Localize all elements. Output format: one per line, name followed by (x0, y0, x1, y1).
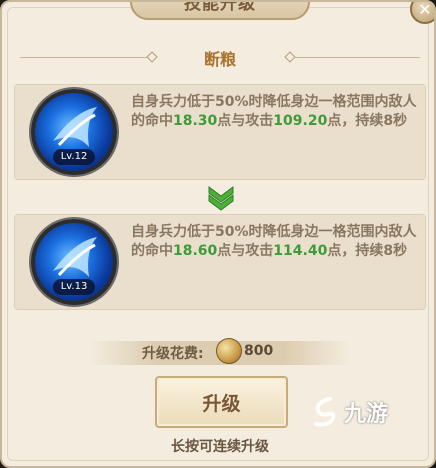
attack-value: 109.20 (273, 113, 328, 129)
accuracy-value: 18.30 (173, 113, 218, 129)
attack-value: 114.40 (273, 243, 328, 259)
skill-description: 自身兵力低于50%时降低身边一格范围内敌人的命中18.60点与攻击114.40点… (131, 223, 417, 261)
skill-icon: Lv.12 (31, 89, 117, 175)
skill-name: 断粮 (203, 50, 236, 69)
upgrade-button[interactable]: 升级 (155, 376, 288, 428)
double-chevron-down-icon (208, 186, 234, 211)
watermark-logo-icon (314, 397, 336, 427)
desc-text: 点与攻击 (217, 113, 274, 129)
skill-upgrade-dialog: 技能升级 ✕ 断粮 Lv.12 自身兵力低于50%时降低身边一格范围内敌人的命中… (0, 0, 436, 468)
dialog-title: 技能升级 (184, 0, 256, 14)
close-icon: ✕ (418, 0, 432, 19)
cost-value: 800 (244, 343, 274, 359)
level-tag: Lv.13 (53, 279, 95, 295)
desc-text: 点与攻击 (217, 243, 274, 259)
accuracy-value: 18.60 (173, 243, 218, 259)
level-tag: Lv.12 (53, 149, 95, 165)
skill-icon: Lv.13 (31, 219, 117, 305)
close-button[interactable]: ✕ (410, 0, 434, 24)
next-level-card: Lv.13 自身兵力低于50%时降低身边一格范围内敌人的命中18.60点与攻击1… (14, 214, 426, 310)
desc-text: 点，持续8秒 (327, 243, 408, 259)
skill-description: 自身兵力低于50%时降低身边一格范围内敌人的命中18.30点与攻击109.20点… (131, 93, 417, 131)
watermark: 九游 (310, 396, 388, 428)
divider-left (20, 57, 148, 58)
divider-right (294, 57, 420, 58)
hold-hint: 长按可连续升级 (171, 439, 269, 455)
coin-icon (216, 338, 242, 364)
current-level-card: Lv.12 自身兵力低于50%时降低身边一格范围内敌人的命中18.30点与攻击1… (14, 84, 426, 180)
upgrade-button-label: 升级 (202, 392, 241, 415)
watermark-text: 九游 (344, 402, 389, 427)
dialog-title-banner: 技能升级 (130, 0, 310, 20)
desc-text: 点，持续8秒 (327, 113, 408, 129)
cost-label: 升级花费: (142, 346, 204, 362)
